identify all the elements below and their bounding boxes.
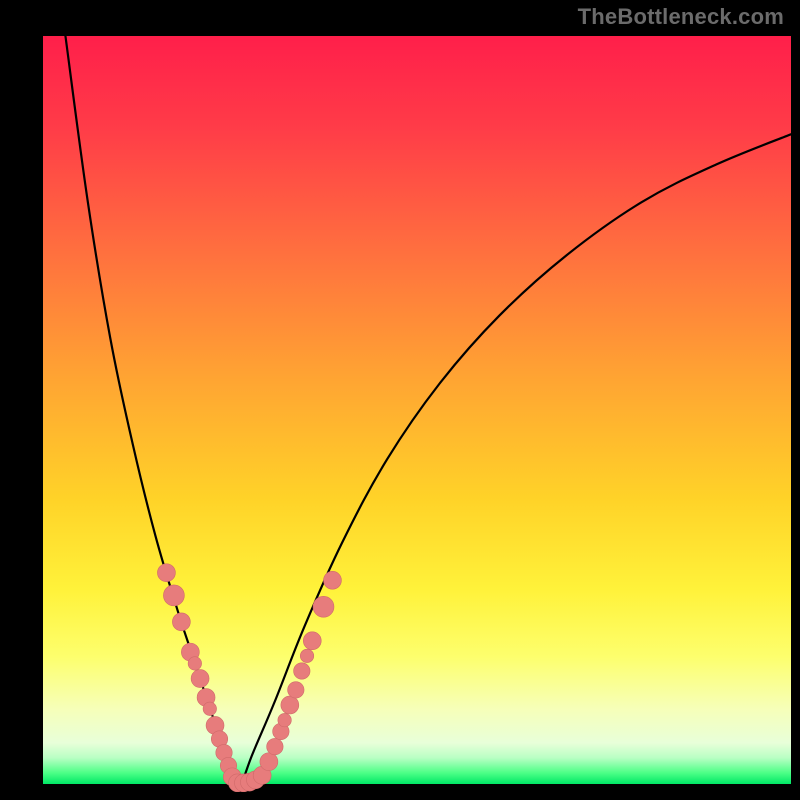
data-point xyxy=(294,663,310,679)
data-point xyxy=(188,657,201,670)
plot-frame xyxy=(41,34,793,794)
data-point xyxy=(278,713,291,726)
data-point xyxy=(281,696,299,714)
data-point xyxy=(288,682,304,698)
data-point xyxy=(172,613,190,631)
watermark-text: TheBottleneck.com xyxy=(578,4,784,30)
data-point xyxy=(323,571,341,589)
data-point xyxy=(163,585,184,606)
stage: TheBottleneck.com xyxy=(0,0,800,800)
data-point xyxy=(267,738,283,754)
data-point xyxy=(313,596,334,617)
data-point xyxy=(303,632,321,650)
data-point xyxy=(300,649,313,662)
chart-overlay xyxy=(43,36,791,792)
data-point xyxy=(157,564,175,582)
data-point xyxy=(203,702,216,715)
bottleneck-curve xyxy=(65,36,791,792)
data-point xyxy=(191,670,209,688)
data-point xyxy=(260,753,278,771)
data-points-group xyxy=(157,564,341,792)
